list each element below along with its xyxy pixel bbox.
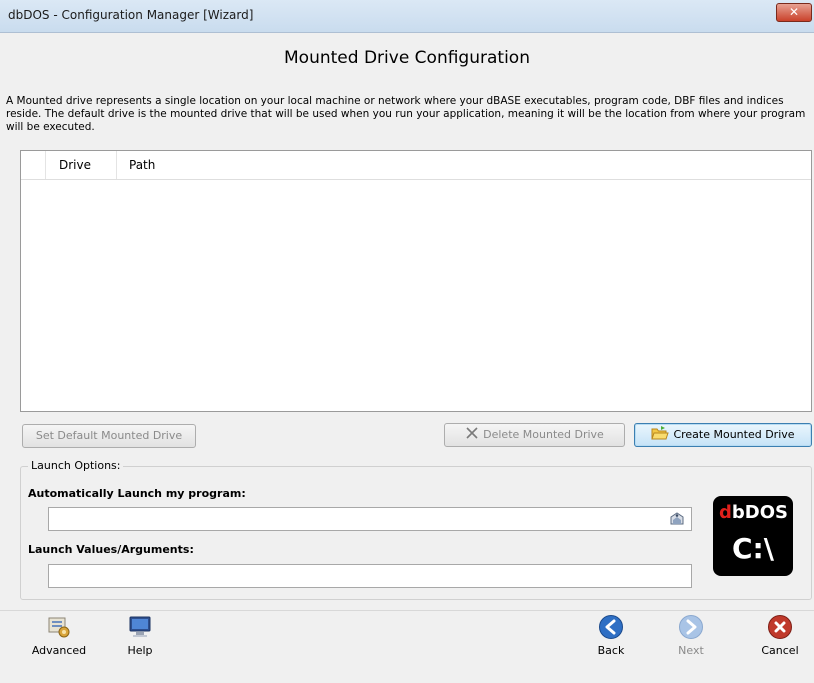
next-label: Next [678, 644, 704, 657]
back-button[interactable]: Back [586, 614, 636, 657]
logo-drive-prompt: C:\ [732, 532, 774, 565]
title-bar: dbDOS - Configuration Manager [Wizard] ✕ [0, 0, 814, 33]
help-label: Help [127, 644, 153, 657]
column-header-path[interactable]: Path [117, 151, 155, 179]
launch-options-label: Launch Options: [28, 459, 124, 472]
row-selector-header [21, 151, 46, 179]
advanced-settings-icon [48, 617, 70, 638]
browse-program-icon[interactable] [669, 511, 685, 527]
set-default-label: Set Default Mounted Drive [35, 429, 183, 442]
dbdos-logo: dbDOS C:\ [713, 496, 793, 576]
help-button[interactable]: Help [112, 614, 168, 657]
wizard-window: dbDOS - Configuration Manager [Wizard] ✕… [0, 0, 814, 683]
next-button[interactable]: Next [666, 614, 716, 657]
footer-divider [0, 610, 814, 611]
back-arrow-icon [599, 615, 623, 639]
cancel-button[interactable]: Cancel [752, 614, 808, 657]
logo-wordmark: dbDOS [719, 502, 788, 523]
set-default-mounted-drive-button[interactable]: Set Default Mounted Drive [22, 424, 196, 448]
delete-mounted-drive-button[interactable]: Delete Mounted Drive [444, 423, 625, 447]
help-monitor-icon [129, 616, 151, 637]
next-arrow-icon [679, 615, 703, 639]
cancel-label: Cancel [761, 644, 799, 657]
back-label: Back [597, 644, 625, 657]
mounted-drive-table[interactable]: Drive Path [20, 150, 812, 412]
table-header: Drive Path [21, 151, 811, 180]
cancel-x-icon [768, 615, 792, 639]
launch-arguments-input[interactable] [48, 564, 692, 588]
delete-label: Delete Mounted Drive [483, 428, 604, 441]
page-description: A Mounted drive represents a single loca… [6, 95, 806, 133]
page-title: Mounted Drive Configuration [284, 48, 530, 68]
auto-launch-input[interactable] [48, 507, 692, 531]
auto-launch-label: Automatically Launch my program: [28, 487, 246, 500]
advanced-button[interactable]: Advanced [24, 614, 94, 657]
launch-arguments-label: Launch Values/Arguments: [28, 543, 194, 556]
close-button[interactable]: ✕ [776, 3, 812, 22]
folder-open-icon [651, 426, 670, 440]
create-label: Create Mounted Drive [673, 428, 795, 441]
create-mounted-drive-button[interactable]: Create Mounted Drive [634, 423, 812, 447]
delete-x-icon [466, 427, 478, 439]
window-title: dbDOS - Configuration Manager [Wizard] [8, 8, 254, 22]
advanced-label: Advanced [31, 644, 87, 657]
column-header-drive[interactable]: Drive [45, 151, 117, 179]
